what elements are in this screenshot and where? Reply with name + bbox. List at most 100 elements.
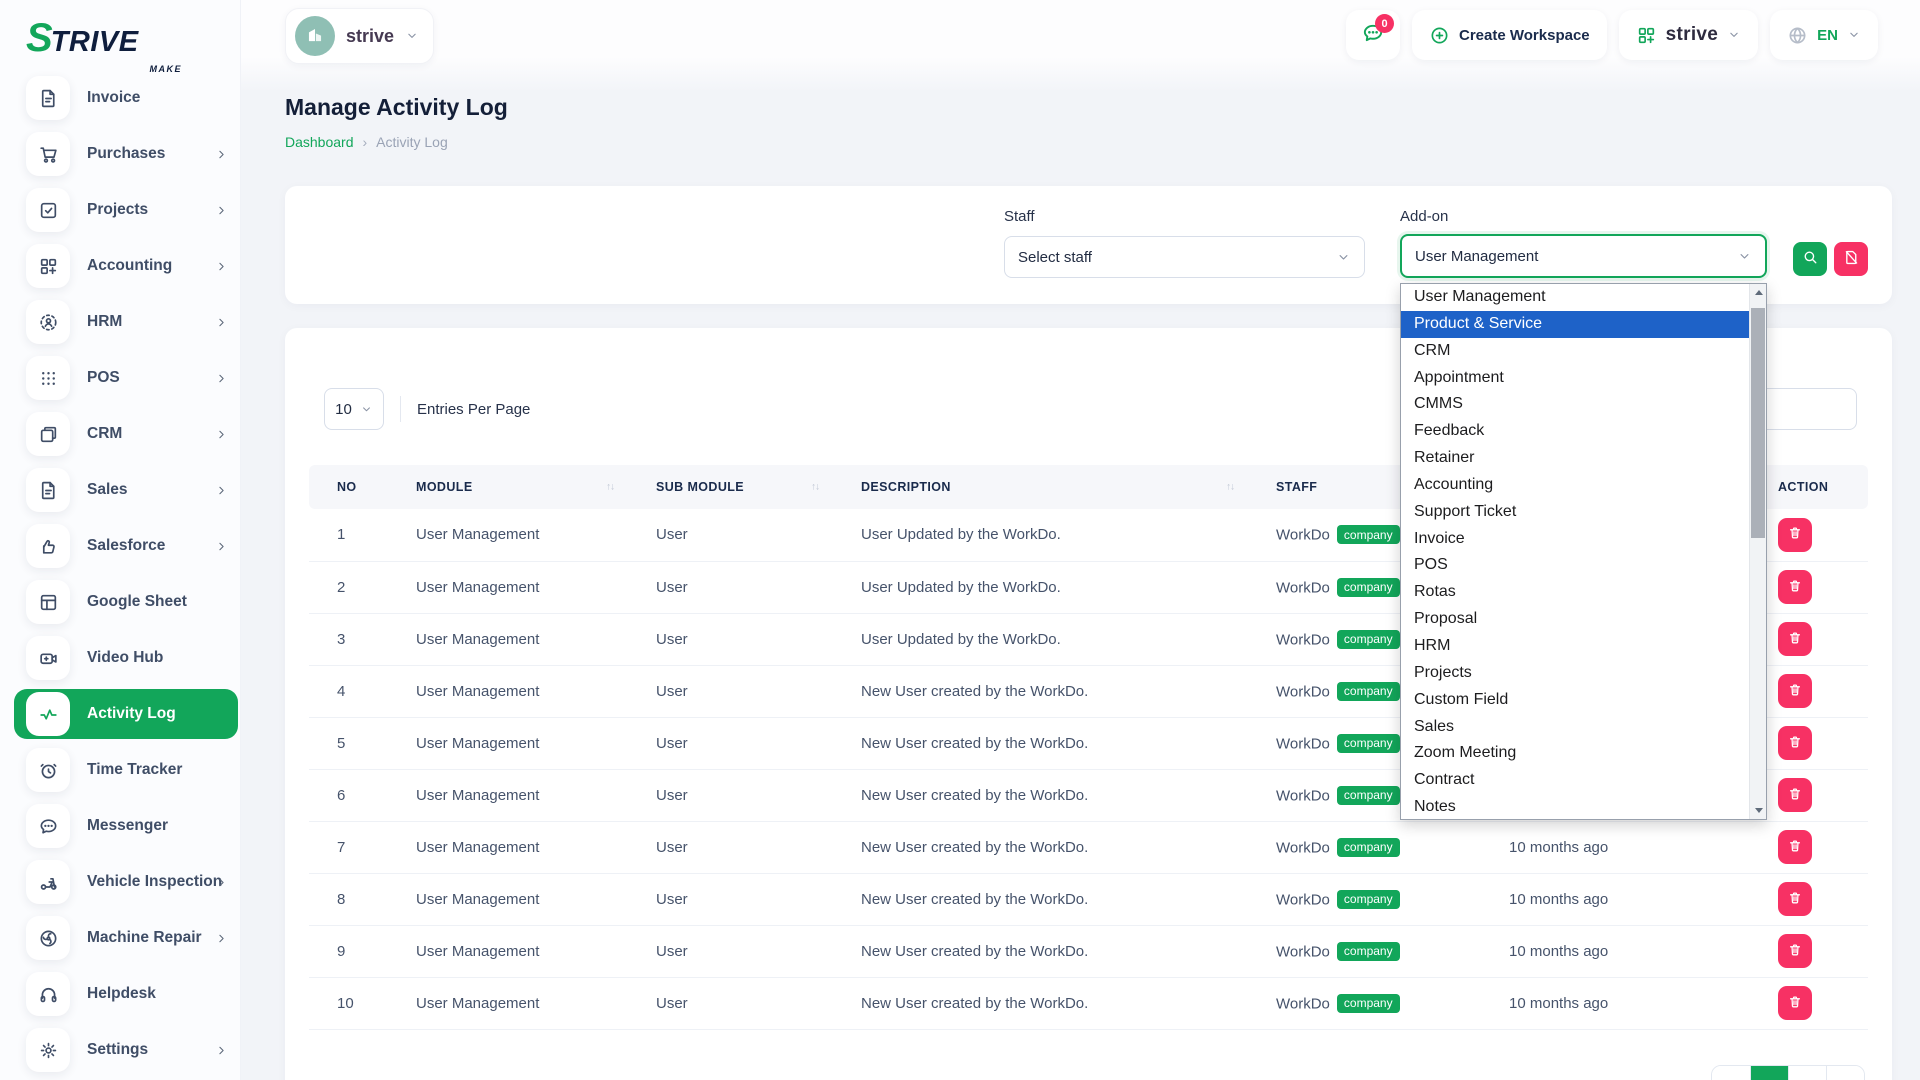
sidebar-item-helpdesk[interactable]: Helpdesk	[0, 966, 240, 1022]
delete-button[interactable]	[1778, 934, 1812, 968]
scrollbar-thumb[interactable]	[1751, 308, 1765, 538]
sidebar-item-crm[interactable]: CRM	[0, 406, 240, 462]
addon-select[interactable]: User Management	[1400, 234, 1767, 278]
addon-option-projects[interactable]: Projects	[1401, 660, 1749, 687]
row-description: New User created by the WorkDo.	[834, 665, 1249, 717]
sidebar-item-sales[interactable]: Sales	[0, 462, 240, 518]
addon-option-user-management[interactable]: User Management	[1401, 284, 1749, 311]
delete-button[interactable]	[1778, 830, 1812, 864]
chevron-right-icon	[215, 148, 228, 161]
delete-button[interactable]	[1778, 674, 1812, 708]
scroll-down-icon[interactable]	[1750, 802, 1767, 819]
chevron-down-icon	[1847, 28, 1861, 42]
addon-option-rotas[interactable]: Rotas	[1401, 579, 1749, 606]
sidebar-item-machine-repair[interactable]: Machine Repair	[0, 910, 240, 966]
addon-option-proposal[interactable]: Proposal	[1401, 606, 1749, 633]
delete-button[interactable]	[1778, 778, 1812, 812]
alarm-icon	[26, 748, 70, 792]
sidebar-item-label: Accounting	[87, 257, 172, 275]
column-header-module[interactable]: MODULE↑↓	[389, 465, 629, 509]
addon-option-support-ticket[interactable]: Support Ticket	[1401, 499, 1749, 526]
sidebar-item-invoice[interactable]: Invoice	[0, 70, 240, 126]
search-button[interactable]	[1793, 242, 1827, 276]
addon-option-retainer[interactable]: Retainer	[1401, 445, 1749, 472]
row-description: User Updated by the WorkDo.	[834, 509, 1249, 561]
sidebar-item-purchases[interactable]: Purchases	[0, 126, 240, 182]
addon-option-invoice[interactable]: Invoice	[1401, 526, 1749, 553]
sidebar-item-time-tracker[interactable]: Time Tracker	[0, 742, 240, 798]
trash-icon	[1787, 890, 1803, 909]
sort-arrows-icon[interactable]: ↑↓	[1226, 482, 1234, 493]
column-header-sub-module[interactable]: SUB MODULE↑↓	[629, 465, 834, 509]
row-module: User Management	[389, 925, 629, 977]
sidebar-item-messenger[interactable]: Messenger	[0, 798, 240, 854]
sidebar-item-label: Time Tracker	[87, 761, 182, 779]
trash-icon	[1787, 786, 1803, 805]
delete-button[interactable]	[1778, 986, 1812, 1020]
delete-button[interactable]	[1778, 622, 1812, 656]
pagination-next[interactable]: →	[1826, 1066, 1864, 1080]
entries-per-page-select[interactable]: 10	[324, 388, 384, 430]
sidebar-item-vehicle-inspection[interactable]: Vehicle Inspection	[0, 854, 240, 910]
row-staff: WorkDocompany	[1249, 977, 1482, 1029]
sidebar-item-label: Sales	[87, 481, 128, 499]
addon-option-feedback[interactable]: Feedback	[1401, 418, 1749, 445]
create-workspace-button[interactable]: Create Workspace	[1412, 10, 1607, 60]
delete-button[interactable]	[1778, 570, 1812, 604]
sort-arrows-icon[interactable]: ↑↓	[606, 482, 614, 493]
addon-option-custom-field[interactable]: Custom Field	[1401, 687, 1749, 714]
sidebar-item-activity-log[interactable]: Activity Log	[14, 689, 238, 739]
delete-button[interactable]	[1778, 882, 1812, 916]
addon-option-cmms[interactable]: CMMS	[1401, 391, 1749, 418]
create-workspace-label: Create Workspace	[1459, 27, 1590, 44]
sidebar-item-google-sheet[interactable]: Google Sheet	[0, 574, 240, 630]
staff-select[interactable]: Select staff	[1004, 236, 1365, 278]
language-selector[interactable]: EN	[1770, 10, 1878, 60]
sidebar-item-label: Salesforce	[87, 537, 165, 555]
addon-option-crm[interactable]: CRM	[1401, 338, 1749, 365]
delete-button[interactable]	[1778, 726, 1812, 760]
scroll-up-icon[interactable]	[1750, 284, 1767, 301]
sidebar-item-accounting[interactable]: Accounting	[0, 238, 240, 294]
addon-option-contract[interactable]: Contract	[1401, 767, 1749, 794]
addon-option-hrm[interactable]: HRM	[1401, 633, 1749, 660]
column-header-action: ACTION	[1751, 465, 1868, 509]
sidebar-item-projects[interactable]: Projects	[0, 182, 240, 238]
sort-arrows-icon[interactable]: ↑↓	[811, 482, 819, 493]
pagination-prev[interactable]: ←	[1712, 1066, 1750, 1080]
addon-option-product-service[interactable]: Product & Service	[1401, 311, 1749, 338]
breadcrumb: Dashboard › Activity Log	[285, 134, 448, 150]
table-row: 8User ManagementUserNew User created by …	[309, 873, 1868, 925]
pagination-page-1[interactable]: 1	[1750, 1066, 1788, 1080]
sidebar-item-label: Messenger	[87, 817, 168, 835]
row-module: User Management	[389, 821, 629, 873]
trash-icon	[1787, 942, 1803, 961]
trash-icon	[1787, 734, 1803, 753]
app-switcher[interactable]: strive	[1619, 10, 1759, 60]
addon-option-pos[interactable]: POS	[1401, 552, 1749, 579]
addon-option-accounting[interactable]: Accounting	[1401, 472, 1749, 499]
messages-button[interactable]: 0	[1346, 10, 1400, 60]
column-header-description[interactable]: DESCRIPTION↑↓	[834, 465, 1249, 509]
sidebar-item-salesforce[interactable]: Salesforce	[0, 518, 240, 574]
row-module: User Management	[389, 561, 629, 613]
row-sub-module: User	[629, 925, 834, 977]
staff-name: WorkDo	[1276, 943, 1330, 960]
pagination-page-2[interactable]: 2	[1788, 1066, 1826, 1080]
sidebar-item-pos[interactable]: POS	[0, 350, 240, 406]
dropdown-scrollbar[interactable]	[1749, 284, 1766, 819]
reset-filter-button[interactable]	[1834, 242, 1868, 276]
row-action	[1751, 561, 1868, 613]
addon-option-zoom-meeting[interactable]: Zoom Meeting	[1401, 740, 1749, 767]
brand-logo[interactable]: STRIVE MAKE	[26, 16, 196, 68]
addon-option-appointment[interactable]: Appointment	[1401, 365, 1749, 392]
workspace-selector[interactable]: strive	[285, 8, 434, 64]
sidebar-item-video-hub[interactable]: Video Hub	[0, 630, 240, 686]
delete-button[interactable]	[1778, 518, 1812, 552]
breadcrumb-dashboard[interactable]: Dashboard	[285, 134, 354, 150]
addon-option-notes[interactable]: Notes	[1401, 794, 1749, 819]
fan-icon	[26, 916, 70, 960]
sidebar-item-hrm[interactable]: HRM	[0, 294, 240, 350]
addon-option-sales[interactable]: Sales	[1401, 714, 1749, 741]
sidebar-item-settings[interactable]: Settings	[0, 1022, 240, 1078]
